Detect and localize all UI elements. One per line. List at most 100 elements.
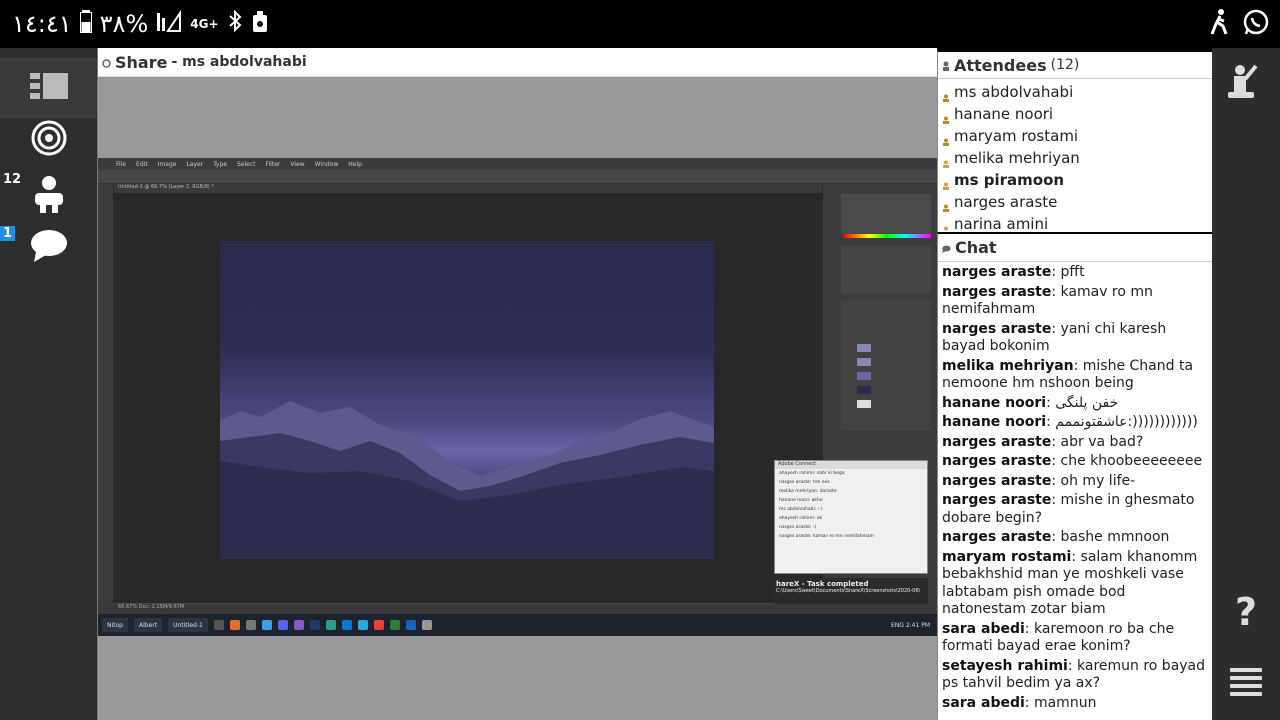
attendee-item[interactable]: ms abdolvahabi bbox=[942, 81, 1212, 103]
participant-icon bbox=[942, 198, 950, 212]
chat-bubble-icon bbox=[30, 228, 68, 268]
ps-document-tab: Untitled-1 @ 66.7% (Layer 2, RGB/8) * bbox=[98, 184, 938, 193]
chat-text: : abr va bad? bbox=[1051, 433, 1144, 450]
chat-message: hanane noori: عاشقتونممم:)))))))))))) bbox=[942, 414, 1208, 432]
taskbar-item: Nitop bbox=[102, 618, 128, 632]
ps-menu-filter: Filter bbox=[265, 160, 281, 168]
mini-chat-line: narges araste: :) bbox=[779, 525, 817, 530]
raise-hand-button[interactable] bbox=[1212, 62, 1280, 106]
attendees-header-icon bbox=[942, 56, 950, 75]
ps-menu-view: View bbox=[290, 160, 305, 168]
attendee-name: maryam rostami bbox=[954, 127, 1079, 145]
participant-icon bbox=[942, 154, 950, 168]
android-status-bar: ١٤:٤١ ٣٨% 4G+ bbox=[0, 0, 1280, 48]
share-pod-button[interactable] bbox=[0, 110, 97, 170]
attendee-item[interactable]: hanane noori bbox=[942, 103, 1212, 125]
mini-chat-line: ms abdolvahabi: :-) bbox=[779, 507, 823, 512]
host-icon bbox=[942, 88, 950, 102]
mini-chat-header: Adobe Connect bbox=[775, 461, 927, 469]
mini-chat-line: narges araste: kamav ro mn nemifahmam bbox=[779, 534, 875, 539]
chat-message: narges araste: mishe in ghesmato dobare … bbox=[942, 492, 1208, 527]
ps-menu-file: File bbox=[116, 160, 127, 168]
app-icon bbox=[277, 620, 288, 630]
chat-sender: setayesh rahimi bbox=[942, 657, 1068, 674]
layout-icon bbox=[29, 73, 68, 103]
chat-sender: maryam rostami bbox=[942, 548, 1072, 565]
taskbar-item: Albert bbox=[134, 618, 163, 632]
person-icon bbox=[32, 175, 66, 217]
app-icon bbox=[325, 620, 336, 630]
clock: ١٤:٤١ bbox=[12, 10, 72, 38]
chat-message: maryam rostami: salam khanomm bebakhshid… bbox=[942, 549, 1208, 619]
chat-message: narges araste: kamav ro mn nemifahmam bbox=[942, 284, 1208, 319]
chat-sender: narges araste bbox=[942, 453, 1052, 469]
signal-icon bbox=[156, 9, 182, 39]
app-icon bbox=[229, 620, 240, 630]
ps-statusbar: 66.67% Doc: 2.25M/9.67M bbox=[98, 604, 938, 614]
chat-pod: Chat narges araste: pfft narges araste: … bbox=[937, 232, 1212, 720]
ps-workspace bbox=[114, 193, 822, 603]
chat-text: : mamnun bbox=[1024, 694, 1097, 711]
help-icon: ? bbox=[1234, 590, 1258, 634]
app-icon bbox=[309, 620, 320, 630]
participant-icon bbox=[942, 220, 950, 231]
app-icon bbox=[293, 620, 304, 630]
attendee-item[interactable]: narges araste bbox=[942, 191, 1212, 213]
ps-menu-help: Help bbox=[348, 160, 362, 168]
sharex-notification: hareX - Task completed C:\Users\Sweet\Do… bbox=[774, 578, 928, 604]
layout-toggle-button[interactable] bbox=[0, 58, 97, 118]
left-rail: 12 1 bbox=[0, 48, 97, 720]
mini-chat-line: melika mehriyan: doroste bbox=[779, 489, 837, 494]
chat-sender: narges araste bbox=[942, 320, 1052, 337]
ps-menu-select: Select bbox=[236, 160, 256, 168]
attendees-pod-button[interactable] bbox=[0, 166, 97, 226]
attendees-pod-header: Attendees (12) bbox=[938, 52, 1212, 79]
mini-chat-line: ahayesh rahimi: ok bbox=[779, 516, 823, 521]
ps-menu-type: Type bbox=[213, 160, 227, 168]
ps-menu-window: Window bbox=[314, 160, 339, 168]
attendee-item[interactable]: melika mehriyan bbox=[942, 147, 1212, 169]
app-icon bbox=[357, 620, 368, 630]
attendees-count: (12) bbox=[1050, 57, 1080, 73]
participant-icon bbox=[942, 132, 950, 146]
share-pod-title: Share bbox=[115, 52, 168, 72]
target-icon bbox=[31, 120, 67, 160]
ps-mini-chat-window: Adobe Connect ahayesh rahimi: sabr ki be… bbox=[774, 460, 928, 574]
app-icon bbox=[261, 620, 272, 630]
share-pod-header: Share - ms abdolvahabi bbox=[98, 48, 937, 77]
menu-button[interactable] bbox=[1212, 660, 1280, 708]
participant-icon bbox=[942, 110, 950, 124]
share-status-icon bbox=[102, 53, 111, 72]
network-type: 4G+ bbox=[190, 17, 219, 31]
battery-icon bbox=[79, 9, 92, 39]
landscape-artwork bbox=[220, 241, 714, 559]
ps-menu-layer: Layer bbox=[186, 160, 204, 168]
chat-sender: narges araste bbox=[942, 433, 1052, 450]
chat-header-icon bbox=[942, 238, 951, 257]
mini-chat-line: ahayesh rahimi: sabr ki bega bbox=[779, 471, 845, 476]
chat-message: hanane noori: خفن پلنگی bbox=[942, 395, 1208, 413]
battery-percent: ٣٨% bbox=[99, 10, 149, 38]
attendee-item[interactable]: ms piramoon bbox=[942, 169, 1212, 191]
chat-pod-button[interactable] bbox=[0, 218, 97, 278]
app-icon bbox=[245, 620, 256, 630]
attendee-item[interactable]: maryam rostami bbox=[942, 125, 1212, 147]
chat-message: sara abedi: karemoon ro ba che formati b… bbox=[942, 621, 1208, 656]
share-pod: Share - ms abdolvahabi File Edit Image L… bbox=[97, 48, 938, 720]
attendee-name: ms piramoon bbox=[954, 171, 1065, 189]
attendee-item[interactable]: narina amini bbox=[942, 213, 1212, 231]
ps-menubar: File Edit Image Layer Type Select Filter… bbox=[98, 158, 938, 170]
attendee-list: ms abdolvahabi hanane noori maryam rosta… bbox=[938, 79, 1212, 231]
help-button[interactable]: ? bbox=[1212, 588, 1280, 636]
chat-message: melika mehriyan: mishe Chand ta nemoone … bbox=[942, 358, 1208, 393]
ps-toolbar bbox=[98, 184, 114, 604]
attendee-name: hanane noori bbox=[954, 105, 1054, 123]
chat-text: : خفن پلنگی bbox=[1046, 394, 1119, 411]
attendee-name: narina amini bbox=[954, 215, 1049, 231]
app-icon bbox=[405, 620, 416, 630]
raise-hand-icon bbox=[1226, 62, 1266, 106]
whatsapp-icon bbox=[1242, 8, 1270, 40]
chat-sender: melika mehriyan bbox=[942, 357, 1074, 374]
chat-sender: narges araste bbox=[942, 283, 1052, 300]
attendees-pod: Attendees (12) ms abdolvahabi hanane noo… bbox=[937, 48, 1212, 232]
